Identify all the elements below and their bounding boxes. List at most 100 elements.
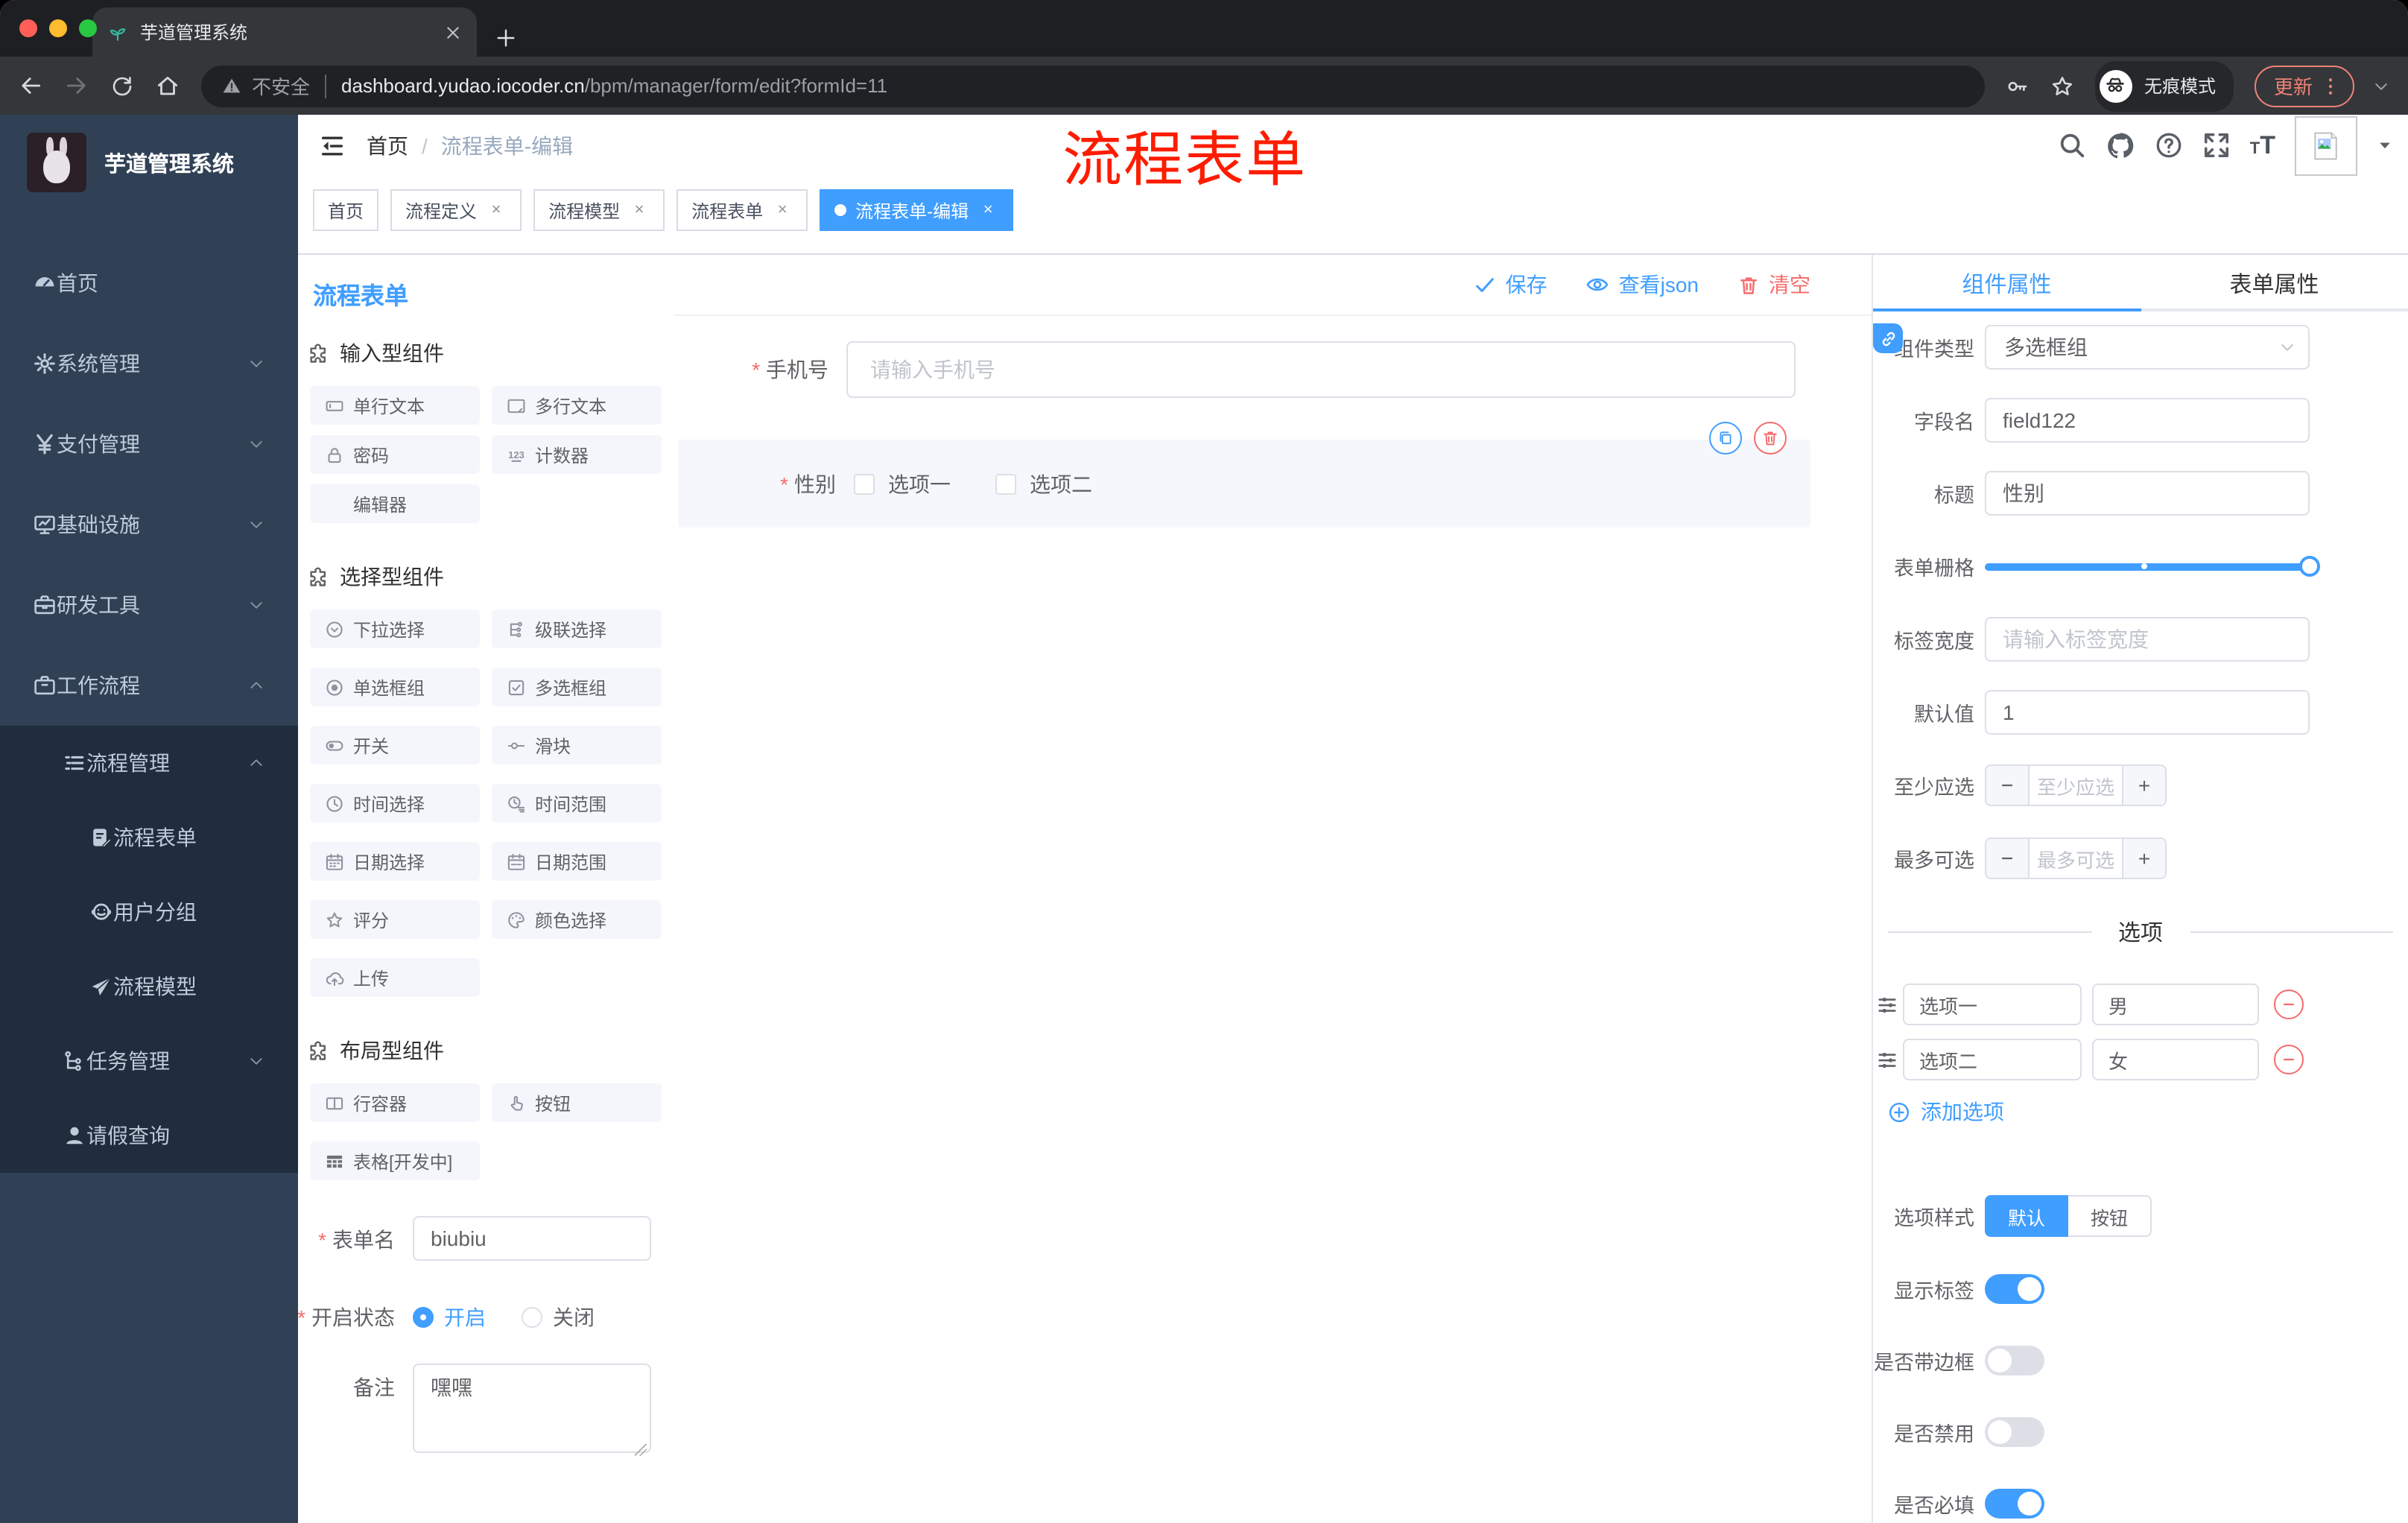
field-name-input[interactable] bbox=[1985, 398, 2310, 443]
option-style-默认[interactable]: 默认 bbox=[1985, 1195, 2068, 1237]
view-json-button[interactable]: 查看json bbox=[1586, 270, 1699, 300]
palette-item-密码[interactable]: 密码 bbox=[310, 435, 480, 474]
palette-item-上传[interactable]: 上传 bbox=[310, 958, 480, 997]
add-option-button[interactable]: 添加选项 bbox=[1888, 1097, 2408, 1127]
phone-field-input[interactable]: 请输入手机号 bbox=[846, 341, 1796, 398]
tab-component-props[interactable]: 组件属性 bbox=[1873, 255, 2141, 311]
form-grid-slider[interactable] bbox=[1985, 544, 2320, 589]
stepper-plus-button[interactable]: + bbox=[2122, 839, 2165, 878]
max-select-stepper[interactable]: 最多可选 + bbox=[1985, 838, 2167, 879]
tab-close-icon[interactable]: × bbox=[772, 200, 793, 221]
page-tab-流程模型[interactable]: 流程模型 × bbox=[533, 189, 665, 231]
address-bar[interactable]: 不安全 dashboard.yudao.iocoder.cn /bpm/mana… bbox=[201, 65, 1985, 107]
palette-item-单行文本[interactable]: 单行文本 bbox=[310, 386, 480, 425]
clear-button[interactable]: 清空 bbox=[1737, 270, 1810, 300]
sidebar-item-6-工作流程[interactable]: 工作流程 bbox=[0, 645, 298, 726]
min-select-value[interactable]: 至少应选 bbox=[2030, 766, 2122, 805]
option-value-input[interactable] bbox=[2092, 984, 2259, 1025]
palette-item-级联选择[interactable]: 级联选择 bbox=[492, 609, 662, 648]
option-value-input[interactable] bbox=[2092, 1039, 2259, 1080]
sidebar-item-11-任务管理[interactable]: 任务管理 bbox=[0, 1024, 298, 1098]
not-secure-label[interactable]: 不安全 bbox=[252, 72, 310, 100]
palette-item-多行文本[interactable]: 多行文本 bbox=[492, 386, 662, 425]
min-select-stepper[interactable]: 至少应选 + bbox=[1985, 764, 2167, 806]
toggle-显示标签[interactable] bbox=[1985, 1274, 2044, 1304]
gender-widget-selected[interactable]: 性别 选项一 选项二 bbox=[678, 422, 1810, 528]
tab-search-chevron-icon[interactable] bbox=[2372, 77, 2390, 95]
password-key-icon[interactable] bbox=[2006, 74, 2030, 98]
tab-close-icon[interactable]: × bbox=[486, 200, 507, 221]
form-name-input[interactable] bbox=[413, 1216, 651, 1261]
palette-item-计数器[interactable]: 123 计数器 bbox=[492, 435, 662, 474]
stepper-plus-button[interactable]: + bbox=[2122, 766, 2165, 805]
page-tab-流程表单[interactable]: 流程表单 × bbox=[677, 189, 808, 231]
option-remove-button[interactable] bbox=[2274, 1045, 2304, 1074]
font-size-icon[interactable]: TT bbox=[2250, 133, 2275, 158]
page-tab-流程定义[interactable]: 流程定义 × bbox=[390, 189, 522, 231]
textarea-resize-handle[interactable] bbox=[635, 1444, 647, 1456]
tab-form-props[interactable]: 表单属性 bbox=[2141, 255, 2408, 311]
breadcrumb-home[interactable]: 首页 bbox=[367, 130, 408, 160]
sidebar-item-1-首页[interactable]: 首页 bbox=[0, 243, 298, 323]
browser-menu-kebab-icon[interactable] bbox=[2320, 75, 2341, 96]
palette-item-单选框组[interactable]: 单选框组 bbox=[310, 668, 480, 706]
avatar-caret-icon[interactable] bbox=[2377, 137, 2393, 153]
palette-item-评分[interactable]: 评分 bbox=[310, 900, 480, 939]
palette-item-下拉选择[interactable]: 下拉选择 bbox=[310, 609, 480, 648]
default-value-input[interactable] bbox=[1985, 690, 2310, 735]
sidebar-fold-icon[interactable] bbox=[310, 123, 355, 168]
sidebar-item-12-请假查询[interactable]: 请假查询 bbox=[0, 1098, 298, 1173]
option-remove-button[interactable] bbox=[2274, 990, 2304, 1019]
form-remark-textarea[interactable]: 嘿嘿 bbox=[413, 1364, 651, 1453]
palette-item-开关[interactable]: 开关 bbox=[310, 726, 480, 764]
sidebar-item-9-用户分组[interactable]: 用户分组 bbox=[0, 875, 298, 949]
tab-close-icon[interactable] bbox=[444, 23, 462, 41]
max-select-value[interactable]: 最多可选 bbox=[2030, 839, 2122, 878]
gender-option-1-checkbox[interactable]: 选项一 bbox=[854, 469, 951, 499]
search-icon[interactable] bbox=[2058, 131, 2086, 159]
drag-handle-icon[interactable] bbox=[1876, 993, 1898, 1016]
bookmark-star-icon[interactable] bbox=[2050, 74, 2074, 98]
home-icon[interactable] bbox=[155, 73, 180, 98]
palette-item-行容器[interactable]: 行容器 bbox=[310, 1083, 480, 1122]
sidebar-item-7-流程管理[interactable]: 流程管理 bbox=[0, 726, 298, 800]
title-input[interactable] bbox=[1985, 471, 2310, 516]
maximize-window-button[interactable] bbox=[79, 19, 97, 37]
widget-copy-button[interactable] bbox=[1709, 422, 1742, 455]
save-button[interactable]: 保存 bbox=[1474, 270, 1547, 300]
sidebar-item-2-系统管理[interactable]: 系统管理 bbox=[0, 323, 298, 404]
github-icon[interactable] bbox=[2106, 130, 2135, 160]
browser-update-button[interactable]: 更新 bbox=[2254, 65, 2354, 107]
help-icon[interactable] bbox=[2155, 131, 2183, 159]
sidebar-item-4-基础设施[interactable]: 基础设施 bbox=[0, 484, 298, 565]
status-on-radio[interactable]: 开启 bbox=[413, 1302, 486, 1332]
reload-icon[interactable] bbox=[110, 74, 134, 98]
avatar[interactable] bbox=[2295, 115, 2357, 175]
widget-delete-button[interactable] bbox=[1754, 422, 1787, 455]
palette-item-颜色选择[interactable]: 颜色选择 bbox=[492, 900, 662, 939]
component-type-select[interactable]: 多选框组 bbox=[1985, 325, 2310, 370]
data-binding-link-tag[interactable] bbox=[1873, 323, 1903, 353]
palette-item-多选框组[interactable]: 多选框组 bbox=[492, 668, 662, 706]
label-width-input[interactable] bbox=[1985, 617, 2310, 662]
option-label-input[interactable] bbox=[1903, 984, 2082, 1025]
option-style-按钮[interactable]: 按钮 bbox=[2068, 1195, 2152, 1237]
sidebar-item-8-流程表单[interactable]: 流程表单 bbox=[0, 800, 298, 875]
slider-handle[interactable] bbox=[2299, 555, 2320, 576]
close-window-button[interactable] bbox=[19, 19, 37, 37]
sidebar-item-5-研发工具[interactable]: 研发工具 bbox=[0, 565, 298, 645]
forward-icon[interactable] bbox=[64, 73, 89, 98]
fullscreen-icon[interactable] bbox=[2202, 131, 2231, 159]
new-tab-button[interactable] bbox=[495, 27, 517, 49]
back-icon[interactable] bbox=[18, 73, 43, 98]
toggle-是否必填[interactable] bbox=[1985, 1489, 2044, 1519]
palette-item-时间范围[interactable]: 时间范围 bbox=[492, 784, 662, 823]
page-tab-首页[interactable]: 首页 bbox=[313, 189, 379, 231]
browser-tab[interactable]: 芋道管理系统 bbox=[92, 7, 477, 57]
sidebar-item-3-支付管理[interactable]: 支付管理 bbox=[0, 404, 298, 484]
page-tab-流程表单-编辑[interactable]: 流程表单-编辑 × bbox=[820, 189, 1014, 231]
palette-item-表格[开发中][interactable]: 表格[开发中] bbox=[310, 1142, 480, 1180]
stepper-minus-button[interactable] bbox=[1986, 766, 2030, 805]
phone-field-row[interactable]: 手机号 请输入手机号 bbox=[674, 341, 1796, 398]
sidebar-item-10-流程模型[interactable]: 流程模型 bbox=[0, 949, 298, 1024]
